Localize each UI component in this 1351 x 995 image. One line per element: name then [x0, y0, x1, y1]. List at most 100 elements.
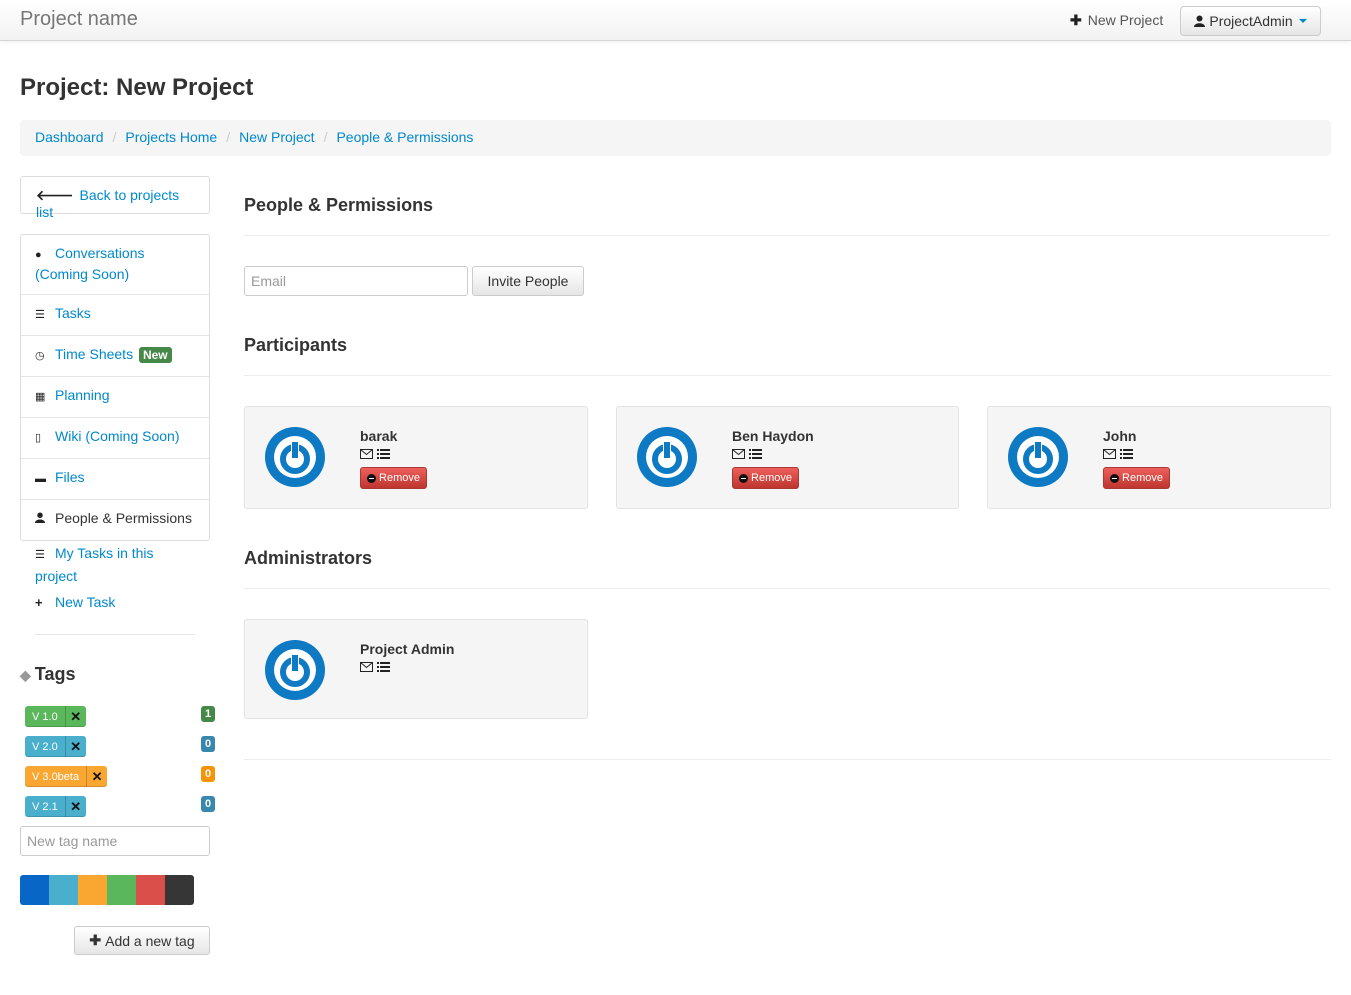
top-navbar: Project name ✚ New Project ProjectAdmin	[0, 0, 1351, 41]
sidebar-item-label: Time Sheets	[55, 346, 134, 362]
remove-participant-button[interactable]: Remove	[732, 467, 799, 489]
divider	[244, 235, 1331, 236]
folder-icon: ▬	[35, 473, 46, 485]
remove-tag-icon[interactable]: ✕	[64, 736, 86, 757]
my-tasks-link[interactable]: ☰ My Tasks in this project	[35, 545, 154, 584]
color-swatch[interactable]	[49, 875, 78, 905]
remove-label: Remove	[751, 472, 792, 484]
tags-heading: ◆ Tags	[20, 664, 75, 685]
participant-card: Ben Haydon Remove	[616, 406, 959, 509]
color-swatch[interactable]	[78, 875, 107, 905]
tag-name: V 1.0	[32, 710, 58, 723]
color-swatch[interactable]	[165, 875, 194, 905]
remove-tag-icon[interactable]: ✕	[64, 796, 86, 817]
brand-link[interactable]: Project name	[20, 8, 138, 31]
email-input[interactable]	[244, 266, 468, 296]
envelope-icon[interactable]	[360, 449, 373, 459]
new-tag-name-input[interactable]	[20, 826, 210, 856]
participant-card: barak Remove	[244, 406, 588, 509]
participant-name: Ben Haydon	[732, 428, 814, 444]
tag-name: V 2.0	[32, 740, 58, 753]
avatar	[637, 427, 697, 487]
tag-item[interactable]: V 3.0beta ✕	[25, 766, 108, 787]
color-swatch[interactable]	[136, 875, 165, 905]
sidebar-item-label: Conversations (Coming Soon)	[35, 245, 145, 282]
administrator-card: Project Admin	[244, 619, 588, 719]
tasks-icon[interactable]	[377, 662, 390, 672]
tag-item[interactable]: V 1.0 ✕	[25, 706, 86, 727]
tasks-icon: ☰	[35, 549, 45, 561]
sidebar-item-label: Planning	[55, 387, 110, 403]
new-project-link[interactable]: ✚ New Project	[1070, 12, 1163, 29]
minus-icon	[1110, 473, 1120, 483]
tag-count-badge: 0	[201, 766, 215, 782]
plus-icon: ✚	[1070, 12, 1082, 28]
administrator-name: Project Admin	[360, 641, 455, 657]
breadcrumb-dashboard[interactable]: Dashboard	[35, 129, 104, 145]
remove-label: Remove	[1122, 472, 1163, 484]
new-project-label: New Project	[1087, 12, 1164, 28]
envelope-icon[interactable]	[1103, 449, 1116, 459]
breadcrumb-separator: /	[112, 129, 117, 145]
people-permissions-heading: People & Permissions	[244, 195, 434, 215]
sidebar-item-tasks[interactable]: ☰ Tasks	[21, 295, 209, 336]
user-icon	[35, 511, 51, 530]
tasks-icon[interactable]	[749, 449, 762, 459]
sidebar-divider	[35, 634, 195, 635]
user-icon	[1194, 15, 1206, 27]
remove-participant-button[interactable]: Remove	[360, 467, 427, 489]
remove-label: Remove	[379, 472, 420, 484]
participant-name: John	[1103, 428, 1137, 444]
tag-item[interactable]: V 2.1 ✕	[25, 796, 86, 817]
envelope-icon[interactable]	[732, 449, 745, 459]
breadcrumb-separator: /	[226, 129, 231, 145]
invite-people-button[interactable]: Invite People	[472, 266, 584, 296]
sidebar-item-wiki[interactable]: ▯ Wiki (Coming Soon)	[21, 418, 209, 459]
tasks-icon[interactable]	[1120, 449, 1133, 459]
tasks-icon: ☰	[35, 309, 45, 321]
administrators-heading: Administrators	[244, 548, 373, 568]
sidebar-item-label: Wiki (Coming Soon)	[55, 428, 180, 444]
remove-tag-icon[interactable]: ✕	[86, 766, 107, 787]
sidebar-item-time-sheets[interactable]: ◷ Time Sheets New	[21, 336, 209, 377]
arrow-left-icon: 🡐	[36, 187, 74, 203]
tags-title: Tags	[34, 664, 76, 684]
tag-name: V 2.1	[32, 800, 58, 813]
breadcrumb: Dashboard / Projects Home / New Project / Peop…	[20, 120, 1331, 156]
sidebar-item-files[interactable]: ▬ Files	[21, 459, 209, 500]
breadcrumb-separator: /	[323, 129, 328, 145]
participant-card: John Remove	[987, 406, 1331, 509]
remove-tag-icon[interactable]: ✕	[64, 706, 86, 727]
sidebar-item-conversations[interactable]: ● Conversations (Coming Soon)	[21, 235, 209, 295]
quick-links: ☰ My Tasks in this project + New Task	[35, 543, 195, 618]
breadcrumb-new-project[interactable]: New Project	[239, 129, 314, 145]
divider	[244, 759, 1331, 760]
new-task-label: New Task	[55, 594, 116, 610]
sidebar-item-planning[interactable]: ▦ Planning	[21, 377, 209, 418]
caret-down-icon	[1298, 19, 1307, 23]
tags-icon: ◆	[20, 667, 31, 683]
add-tag-button[interactable]: ✚ Add a new tag	[74, 926, 210, 955]
tag-name: V 3.0beta	[32, 770, 80, 783]
breadcrumb-people-permissions[interactable]: People & Permissions	[336, 129, 473, 145]
minus-icon	[739, 473, 749, 483]
comment-icon: ●	[35, 249, 42, 261]
remove-participant-button[interactable]: Remove	[1103, 467, 1170, 489]
divider	[244, 588, 1331, 589]
color-swatch[interactable]	[20, 875, 49, 905]
sidebar-item-people-permissions[interactable]: People & Permissions	[21, 500, 209, 540]
tag-color-picker	[20, 875, 194, 905]
back-to-projects-button[interactable]: 🡐 Back to projects list	[20, 176, 210, 220]
envelope-icon[interactable]	[360, 662, 373, 672]
plus-icon: +	[35, 595, 43, 610]
tag-count-badge: 0	[201, 796, 215, 812]
new-task-link[interactable]: + New Task	[35, 594, 115, 610]
tasks-icon[interactable]	[377, 449, 390, 459]
sidebar-item-label: People & Permissions	[55, 510, 192, 526]
avatar	[1008, 427, 1068, 487]
color-swatch[interactable]	[107, 875, 136, 905]
tag-item[interactable]: V 2.0 ✕	[25, 736, 86, 757]
user-menu-button[interactable]: ProjectAdmin	[1180, 6, 1321, 36]
participant-name: barak	[360, 428, 398, 444]
breadcrumb-projects-home[interactable]: Projects Home	[125, 129, 217, 145]
